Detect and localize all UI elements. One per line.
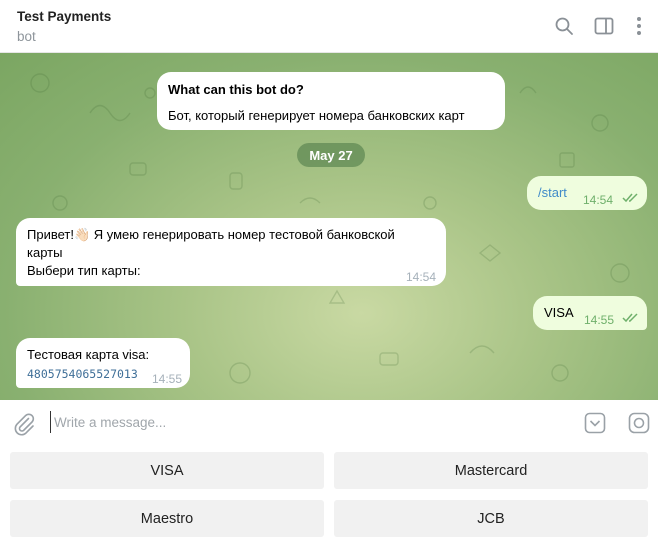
- double-check-icon: [622, 313, 638, 323]
- message-text: VISA: [544, 305, 574, 320]
- chat-title[interactable]: Test Payments: [17, 9, 111, 24]
- chat-subtitle: bot: [17, 29, 36, 44]
- message-time: 14:54: [406, 270, 437, 284]
- bot-info-title: What can this bot do?: [168, 82, 304, 97]
- message-line: Привет!👋🏻 Я умею генерировать номер тест…: [27, 227, 395, 242]
- bot-info-text: Бот, который генерирует номера банковски…: [168, 108, 465, 123]
- card-number[interactable]: 4805754065527013: [27, 365, 138, 383]
- message-composer: [0, 400, 658, 444]
- keyboard-button-visa[interactable]: VISA: [10, 452, 324, 489]
- date-separator: May 27: [297, 143, 365, 167]
- message-time: 14:55: [152, 372, 183, 386]
- chat-messages-area[interactable]: What can this bot do? Бот, который генер…: [0, 53, 658, 400]
- sidebar-toggle-icon[interactable]: [591, 13, 617, 39]
- bot-info-card: What can this bot do? Бот, который генер…: [157, 72, 505, 130]
- message-incoming[interactable]: Тестовая карта visa: 4805754065527013 14…: [16, 338, 190, 388]
- more-vertical-icon[interactable]: [626, 13, 652, 39]
- reply-keyboard: VISA Mastercard Maestro JCB: [0, 444, 658, 542]
- keyboard-button-jcb[interactable]: JCB: [334, 500, 648, 537]
- search-icon[interactable]: [551, 13, 577, 39]
- chat-header: Test Payments bot: [0, 0, 658, 53]
- message-time: 14:54: [583, 193, 614, 207]
- message-outgoing[interactable]: /start 14:54: [527, 176, 647, 210]
- camera-icon[interactable]: [627, 411, 651, 435]
- keyboard-button-mastercard[interactable]: Mastercard: [334, 452, 648, 489]
- keyboard-toggle-icon[interactable]: [583, 411, 607, 435]
- message-incoming[interactable]: Привет!👋🏻 Я умею генерировать номер тест…: [16, 218, 446, 286]
- message-line: карты: [27, 245, 63, 260]
- keyboard-button-maestro[interactable]: Maestro: [10, 500, 324, 537]
- message-input[interactable]: [50, 411, 550, 433]
- message-outgoing[interactable]: VISA 14:55: [533, 296, 647, 330]
- message-time: 14:55: [584, 313, 615, 327]
- command-link[interactable]: /start: [538, 184, 567, 202]
- double-check-icon: [622, 193, 638, 203]
- message-text: Тестовая карта visa:: [27, 347, 150, 362]
- message-line: Выбери тип карты:: [27, 263, 141, 278]
- attach-icon[interactable]: [12, 412, 36, 436]
